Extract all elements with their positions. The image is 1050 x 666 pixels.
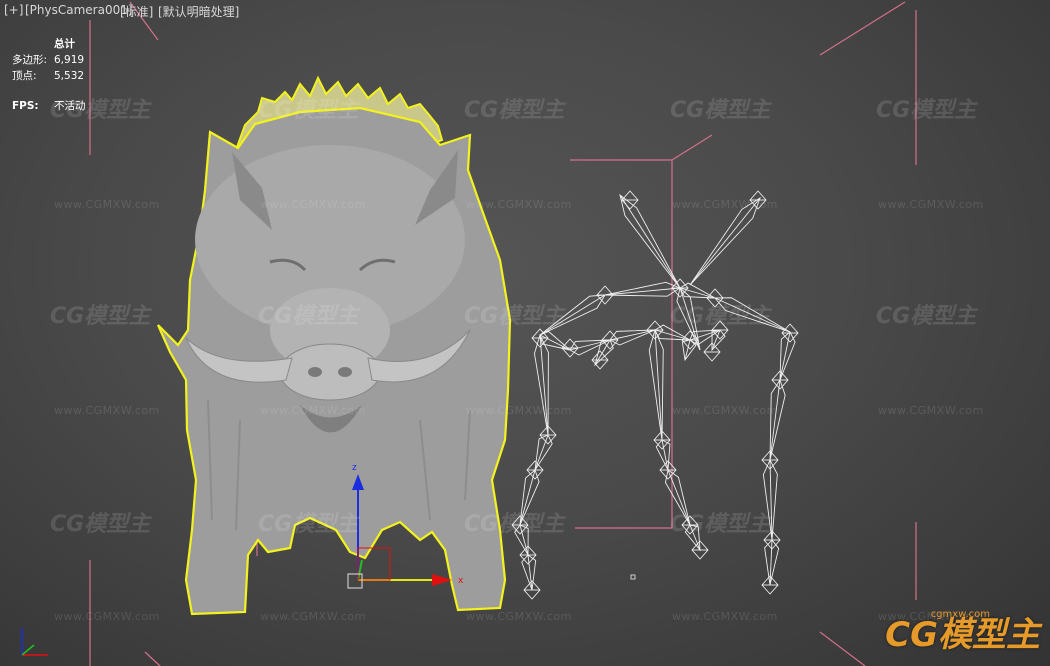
watermark-url: www.CGMXW.com xyxy=(466,404,572,417)
bone-segment[interactable] xyxy=(534,434,553,471)
bone-axis xyxy=(654,329,663,441)
fps-value: 不活动 xyxy=(54,100,86,112)
viewport-menu-plus[interactable]: [+] xyxy=(4,3,23,17)
watermark-url: www.CGMXW.com xyxy=(54,198,160,211)
watermark-url: www.CGMXW.com xyxy=(260,610,366,623)
bone-axis xyxy=(604,287,681,296)
watermark-logo: CG模型主 xyxy=(876,98,977,123)
watermark-url: www.CGMXW.com xyxy=(672,610,778,623)
watermark-logo: CG模型主 xyxy=(464,98,565,123)
watermark-url: www.CGMXW.com xyxy=(466,610,572,623)
stats-verts-row: 顶点: 5,532 xyxy=(12,68,86,84)
polys-value: 6,919 xyxy=(54,54,85,66)
bone-axis xyxy=(619,194,681,289)
fps-label: FPS: xyxy=(12,100,39,112)
bone-axis xyxy=(689,197,761,286)
stats-fps-row: FPS: 不活动 xyxy=(12,98,86,114)
watermark-url: www.CGMXW.com xyxy=(260,198,366,211)
watermark-url: www.CGMXW.com xyxy=(878,404,984,417)
3d-viewport[interactable]: z x CG模型主 CG模型主 CG模型主 CG模型主 CG模型主 CG模型主 CG模型主 C… xyxy=(0,0,1050,666)
svg-text:z: z xyxy=(352,463,357,473)
watermark-logo: CG模型主 xyxy=(876,304,977,329)
stats-polys-row: 多边形: 6,919 xyxy=(12,52,86,68)
bone-axis xyxy=(769,379,781,461)
watermark-url: www.CGMXW.com xyxy=(260,404,366,417)
verts-value: 5,532 xyxy=(54,70,85,82)
watermark-logo: CG模型主 xyxy=(258,98,359,123)
bone-segment[interactable] xyxy=(769,378,786,461)
watermark-logo: CG模型主 xyxy=(670,512,771,537)
watermark-logo: CG模型主 xyxy=(258,512,359,537)
watermark-logo: CG模型主 xyxy=(670,304,771,329)
stats-header: 总计 xyxy=(54,38,75,50)
statistics-overlay: 总计 多边形: 6,919 顶点: 5,532 FPS: 不活动 xyxy=(12,36,86,114)
viewport-camera-label[interactable]: [PhysCamera001] xyxy=(25,3,133,17)
watermark-logo: CG模型主 xyxy=(464,304,565,329)
viewport-lighting-label[interactable]: [默认明暗处理] xyxy=(158,3,239,20)
bone-axis xyxy=(661,439,669,471)
verts-label: 顶点: xyxy=(12,70,37,82)
watermark-logo: CG模型主 xyxy=(50,512,151,537)
viewport-shading-label[interactable]: [标准] xyxy=(120,3,153,20)
polys-label: 多边形: xyxy=(12,54,48,66)
svg-text:x: x xyxy=(458,576,464,586)
watermark-url: www.CGMXW.com xyxy=(672,404,778,417)
bone-segment[interactable] xyxy=(609,329,656,346)
watermark-logo: CG模型主 xyxy=(258,304,359,329)
watermark-url: www.CGMXW.com xyxy=(54,404,160,417)
watermark-url: www.CGMXW.com xyxy=(466,198,572,211)
watermark-url: www.CGMXW.com xyxy=(54,610,160,623)
watermark-url: www.CGMXW.com xyxy=(878,198,984,211)
corner-watermark-logo: CG模型主 xyxy=(885,615,1040,655)
world-axis-tripod xyxy=(21,628,48,656)
watermark-logo: CG模型主 xyxy=(670,98,771,123)
watermark-logo: CG模型主 xyxy=(50,304,151,329)
watermark-logo: CG模型主 xyxy=(464,512,565,537)
watermark-url: www.CGMXW.com xyxy=(672,198,778,211)
